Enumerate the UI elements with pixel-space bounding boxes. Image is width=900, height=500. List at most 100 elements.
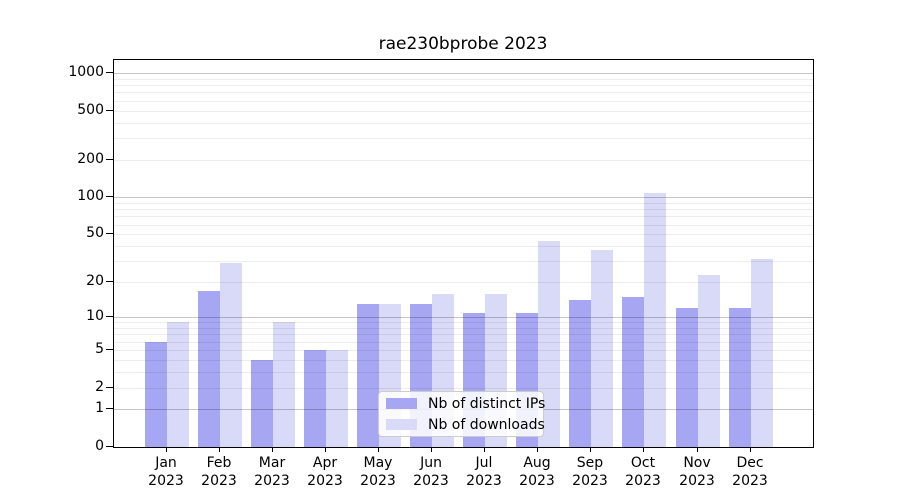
y-tick-5 [106, 349, 113, 350]
x-tick-label-may: May2023 [348, 454, 408, 490]
y-tick-label-50: 50 [0, 224, 104, 242]
bar-distinct-ips-jan [145, 342, 167, 447]
legend-swatch-downloads [386, 419, 417, 430]
chart-title: rae230bprobe 2023 [113, 34, 813, 54]
bar-downloads-sep [591, 250, 613, 447]
x-tick-apr [325, 447, 326, 452]
x-tick-year: 2023 [189, 472, 249, 490]
gridline-80 [114, 209, 813, 210]
x-tick-month: Sep [560, 454, 620, 472]
x-tick-nov [697, 447, 698, 452]
gridline-20 [114, 282, 813, 283]
gridline-800 [114, 85, 813, 86]
gridline-30 [114, 261, 813, 262]
x-tick-jul [484, 447, 485, 452]
y-tick-label-200: 200 [0, 150, 104, 168]
y-tick-2 [106, 387, 113, 388]
gridline-500 [114, 111, 813, 112]
x-tick-label-mar: Mar2023 [242, 454, 302, 490]
x-tick-year: 2023 [401, 472, 461, 490]
y-tick-0 [106, 446, 113, 447]
y-tick-20 [106, 281, 113, 282]
gridline-60 [114, 225, 813, 226]
x-tick-label-nov: Nov2023 [667, 454, 727, 490]
x-tick-month: May [348, 454, 408, 472]
legend-label-downloads: Nb of downloads [428, 417, 545, 433]
x-tick-year: 2023 [136, 472, 196, 490]
x-tick-month: Jul [454, 454, 514, 472]
x-tick-jan [166, 447, 167, 452]
x-tick-year: 2023 [613, 472, 673, 490]
x-tick-oct [643, 447, 644, 452]
bar-downloads-dec [751, 259, 773, 447]
x-tick-feb [219, 447, 220, 452]
y-tick-label-500: 500 [0, 101, 104, 119]
bar-downloads-apr [326, 350, 348, 447]
gridline-100 [114, 197, 813, 198]
gridline-300 [114, 138, 813, 139]
legend: Nb of distinct IPs Nb of downloads [378, 391, 544, 437]
x-tick-year: 2023 [507, 472, 567, 490]
y-tick-label-20: 20 [0, 272, 104, 290]
x-tick-label-oct: Oct2023 [613, 454, 673, 490]
x-tick-label-aug: Aug2023 [507, 454, 567, 490]
bar-downloads-nov [698, 275, 720, 447]
gridline-10 [114, 317, 813, 318]
x-tick-aug [537, 447, 538, 452]
y-tick-200 [106, 159, 113, 160]
gridline-5 [114, 350, 813, 351]
x-tick-year: 2023 [454, 472, 514, 490]
y-tick-500 [106, 110, 113, 111]
gridline-9 [114, 322, 813, 323]
gridline-900 [114, 79, 813, 80]
gridline-2 [114, 388, 813, 389]
x-tick-year: 2023 [720, 472, 780, 490]
bar-distinct-ips-apr [304, 350, 326, 447]
y-tick-label-100: 100 [0, 187, 104, 205]
y-tick-label-1: 1 [0, 399, 104, 417]
gridline-3 [114, 372, 813, 373]
legend-swatch-distinct-ips [386, 398, 417, 409]
x-tick-year: 2023 [560, 472, 620, 490]
gridline-50 [114, 234, 813, 235]
x-tick-label-jan: Jan2023 [136, 454, 196, 490]
x-tick-month: Aug [507, 454, 567, 472]
x-tick-year: 2023 [242, 472, 302, 490]
legend-label-distinct-ips: Nb of distinct IPs [428, 396, 545, 412]
gridline-40 [114, 246, 813, 247]
y-tick-label-1000: 1000 [0, 63, 104, 81]
x-tick-month: Dec [720, 454, 780, 472]
x-tick-label-jul: Jul2023 [454, 454, 514, 490]
plot-area [113, 59, 814, 448]
gridline-4 [114, 360, 813, 361]
x-tick-label-jun: Jun2023 [401, 454, 461, 490]
gridline-70 [114, 216, 813, 217]
x-tick-month: Jan [136, 454, 196, 472]
x-tick-month: Nov [667, 454, 727, 472]
gridline-400 [114, 123, 813, 124]
gridline-8 [114, 328, 813, 329]
x-tick-year: 2023 [348, 472, 408, 490]
bar-distinct-ips-feb [198, 291, 220, 447]
x-tick-jun [431, 447, 432, 452]
x-tick-may [378, 447, 379, 452]
gridline-700 [114, 92, 813, 93]
x-tick-label-apr: Apr2023 [295, 454, 355, 490]
legend-entry-downloads: Nb of downloads [386, 416, 543, 434]
gridline-200 [114, 160, 813, 161]
y-tick-1000 [106, 72, 113, 73]
x-tick-month: Oct [613, 454, 673, 472]
gridline-6 [114, 342, 813, 343]
x-tick-year: 2023 [667, 472, 727, 490]
x-tick-month: Mar [242, 454, 302, 472]
bar-distinct-ips-nov [676, 308, 698, 447]
figure: rae230bprobe 2023 0125102050100200500100… [0, 0, 900, 500]
y-tick-label-0: 0 [0, 437, 104, 455]
y-tick-100 [106, 196, 113, 197]
y-tick-1 [106, 408, 113, 409]
bar-downloads-feb [220, 263, 242, 447]
y-tick-label-2: 2 [0, 378, 104, 396]
y-tick-10 [106, 316, 113, 317]
legend-entry-distinct-ips: Nb of distinct IPs [386, 395, 543, 413]
bar-distinct-ips-dec [729, 308, 751, 447]
